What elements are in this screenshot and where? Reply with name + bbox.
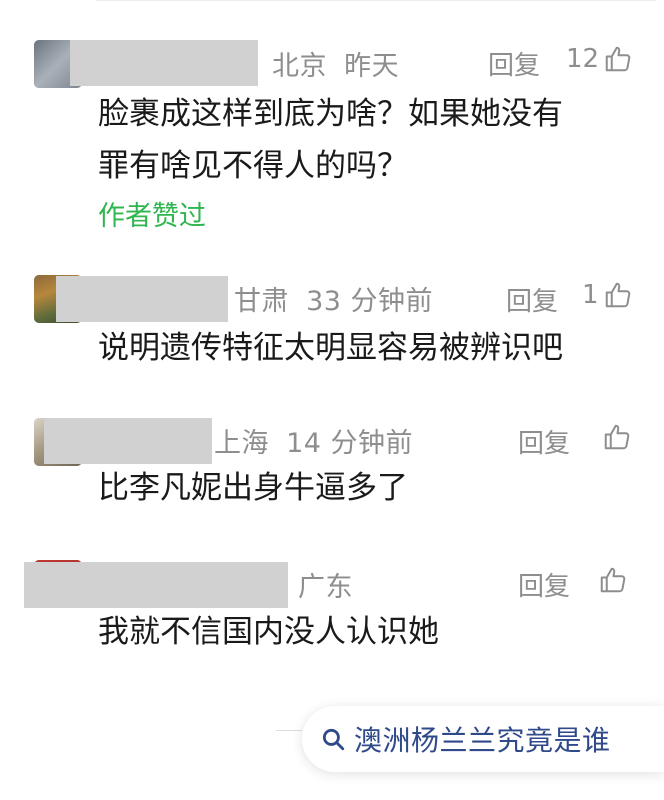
- comment-location: 甘肃: [234, 286, 289, 317]
- related-search-chip[interactable]: 澳洲杨兰兰究竟是谁: [302, 706, 664, 772]
- comment-text-line: 说明遗传特征太明显容易被辨识吧: [98, 330, 563, 366]
- thumbs-up-icon: [603, 44, 633, 74]
- like-button[interactable]: 1: [582, 280, 633, 310]
- comment-time: 33 分钟前: [306, 286, 434, 317]
- comment-text: 说明遗传特征太明显容易被辨识吧: [98, 322, 638, 374]
- comment-meta: 上海 14 分钟前: [214, 421, 413, 460]
- comment-location: 北京: [272, 51, 327, 82]
- comment-location: 上海: [214, 428, 269, 459]
- comment-location: 广东: [298, 572, 353, 603]
- like-button[interactable]: [598, 422, 632, 452]
- like-button[interactable]: 12: [566, 44, 633, 74]
- comment-time: 昨天: [344, 51, 400, 82]
- username-redacted[interactable]: [56, 276, 228, 322]
- username-redacted[interactable]: [70, 40, 258, 86]
- comment-text: 比李凡妮出身牛逼多了: [98, 462, 638, 514]
- comment-meta: 广东: [298, 565, 353, 604]
- comment-text-line: 我就不信国内没人认识她: [98, 614, 439, 650]
- comment-text: 我就不信国内没人认识她: [98, 606, 638, 658]
- search-icon: [320, 726, 346, 752]
- like-count: 12: [566, 44, 600, 74]
- comment-text-line: 脸裹成这样到底为啥？如果她没有: [98, 96, 563, 132]
- comment-meta: 甘肃 33 分钟前: [234, 279, 433, 318]
- comment-text-line: 罪有啥见不得人的吗？: [98, 148, 408, 184]
- thumbs-up-icon: [603, 280, 633, 310]
- reply-button[interactable]: 回复: [518, 423, 570, 460]
- comment-meta: 北京 昨天: [272, 44, 399, 83]
- like-button[interactable]: [598, 565, 628, 595]
- related-search-text: 澳洲杨兰兰究竟是谁: [354, 724, 611, 757]
- reply-button[interactable]: 回复: [518, 566, 570, 603]
- username-redacted[interactable]: [44, 418, 212, 464]
- thumbs-up-icon: [602, 422, 632, 452]
- comment-text-line: 比李凡妮出身牛逼多了: [98, 470, 408, 506]
- reply-button[interactable]: 回复: [506, 281, 558, 318]
- comment-time: 14 分钟前: [286, 428, 414, 459]
- divider: [276, 730, 302, 731]
- thumbs-up-icon: [598, 565, 628, 595]
- reply-button[interactable]: 回复: [488, 45, 540, 82]
- like-count: 1: [582, 280, 599, 310]
- comment-text: 脸裹成这样到底为啥？如果她没有 罪有啥见不得人的吗？: [98, 88, 638, 192]
- top-divider: [96, 0, 656, 1]
- author-liked-badge: 作者赞过: [98, 201, 206, 232]
- username-redacted[interactable]: [24, 562, 288, 608]
